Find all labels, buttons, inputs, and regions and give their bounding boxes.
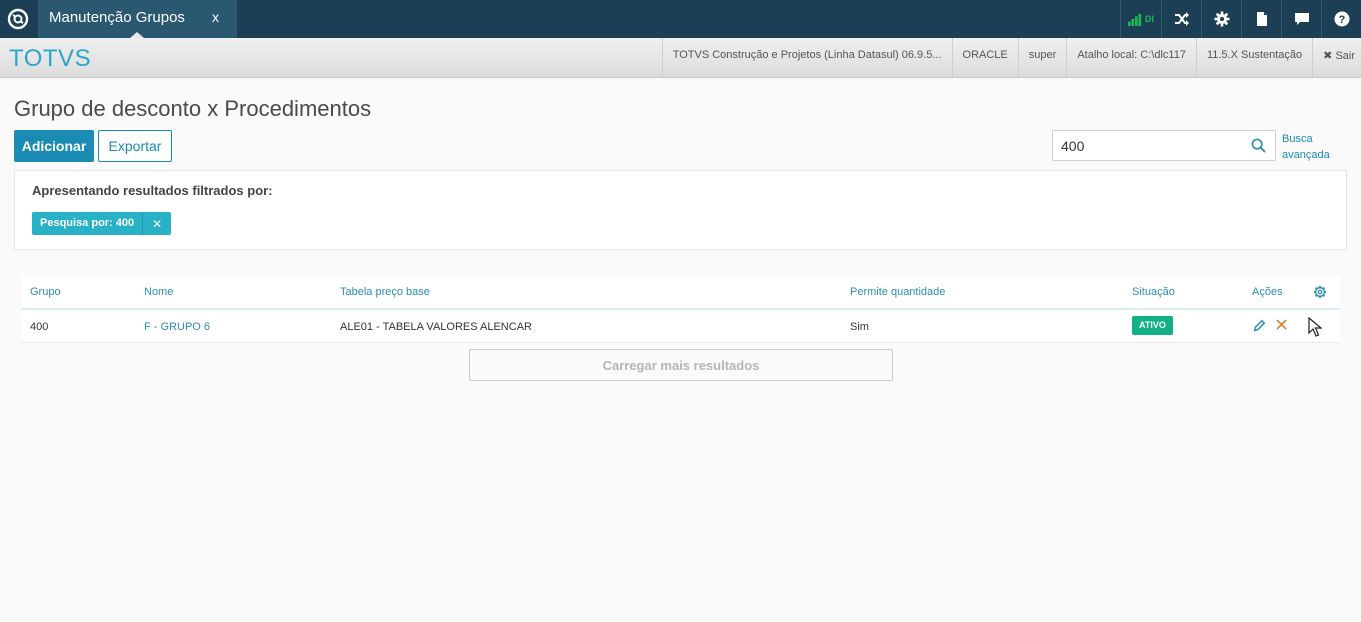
filter-panel: Apresentando resultados filtrados por: P… xyxy=(14,170,1347,250)
column-header-grupo[interactable]: Grupo xyxy=(30,286,61,298)
cell-permite: Sim xyxy=(850,321,869,333)
search-icon[interactable] xyxy=(1251,138,1266,153)
logout-icon: ✖ xyxy=(1323,50,1333,62)
advanced-search-line1: Busca xyxy=(1282,133,1313,145)
export-button[interactable]: Exportar xyxy=(98,130,172,162)
shortcut-info: Atalho local: C:\dlc117 xyxy=(1066,38,1196,77)
add-button[interactable]: Adicionar xyxy=(14,130,94,162)
column-header-tabela[interactable]: Tabela preço base xyxy=(340,286,430,298)
brand-logo: TOTVS xyxy=(9,45,92,72)
shuffle-icon[interactable] xyxy=(1161,0,1201,38)
advanced-search-line2: avançada xyxy=(1282,149,1330,161)
top-bar: Manutenção Grupos D x DI ? xyxy=(0,0,1361,38)
advanced-search-link[interactable]: Busca avançada xyxy=(1282,131,1330,163)
load-more-button[interactable]: Carregar mais resultados xyxy=(469,349,893,381)
database-info: ORACLE xyxy=(951,38,1018,77)
mouse-cursor-icon xyxy=(1308,317,1322,337)
search-box xyxy=(1052,130,1276,161)
chat-icon[interactable] xyxy=(1281,0,1321,38)
tab-close-icon[interactable]: x xyxy=(212,9,219,25)
cell-nome-link[interactable]: F - GRUPO 6 xyxy=(144,321,210,333)
header-band: TOTVS TOTVS Construção e Projetos (Linha… xyxy=(0,38,1361,78)
search-input[interactable] xyxy=(1061,138,1241,154)
filter-chip-close-icon[interactable]: ✕ xyxy=(142,212,171,235)
product-info: TOTVS Construção e Projetos (Linha Datas… xyxy=(661,38,952,77)
gear-icon[interactable] xyxy=(1201,0,1241,38)
column-header-acoes: Ações xyxy=(1252,286,1283,298)
signal-label: DI xyxy=(1145,14,1154,24)
filter-title: Apresentando resultados filtrados por: xyxy=(32,183,273,198)
edit-pencil-icon[interactable] xyxy=(1253,319,1266,332)
logout-label: Sair xyxy=(1335,50,1355,62)
user-info: super xyxy=(1017,38,1067,77)
document-icon[interactable] xyxy=(1241,0,1281,38)
cell-grupo: 400 xyxy=(30,321,49,333)
header-info: TOTVS Construção e Projetos (Linha Datas… xyxy=(661,38,1361,77)
column-settings-icon[interactable] xyxy=(1313,285,1327,299)
delete-icon[interactable] xyxy=(1276,319,1287,330)
table-header: Grupo Nome Tabela preço base Permite qua… xyxy=(22,276,1340,310)
table-row[interactable]: 400 F - GRUPO 6 ALE01 - TABELA VALORES A… xyxy=(22,310,1340,343)
column-header-nome[interactable]: Nome xyxy=(144,286,173,298)
help-icon[interactable]: ? xyxy=(1321,0,1361,38)
app-menu-icon[interactable] xyxy=(0,0,36,38)
cell-tabela: ALE01 - TABELA VALORES ALENCAR xyxy=(340,321,532,333)
connection-signal-icon[interactable]: DI xyxy=(1120,0,1161,38)
results-table: Grupo Nome Tabela preço base Permite qua… xyxy=(22,276,1340,343)
filter-chip-label: Pesquisa por: 400 xyxy=(40,217,135,229)
version-info: 11.5.X Sustentação xyxy=(1195,38,1312,77)
page-title: Grupo de desconto x Procedimentos xyxy=(14,96,372,121)
top-icons: DI ? xyxy=(1120,0,1361,38)
tab-label: Manutenção Grupos D xyxy=(49,9,190,26)
column-header-permite[interactable]: Permite quantidade xyxy=(850,286,945,298)
logout-button[interactable]: ✖ Sair xyxy=(1312,38,1361,77)
filter-chip: Pesquisa por: 400 ✕ xyxy=(32,212,172,235)
status-badge: ATIVO xyxy=(1132,316,1173,335)
svg-text:?: ? xyxy=(1338,14,1345,26)
column-header-situacao[interactable]: Situação xyxy=(1132,286,1175,298)
